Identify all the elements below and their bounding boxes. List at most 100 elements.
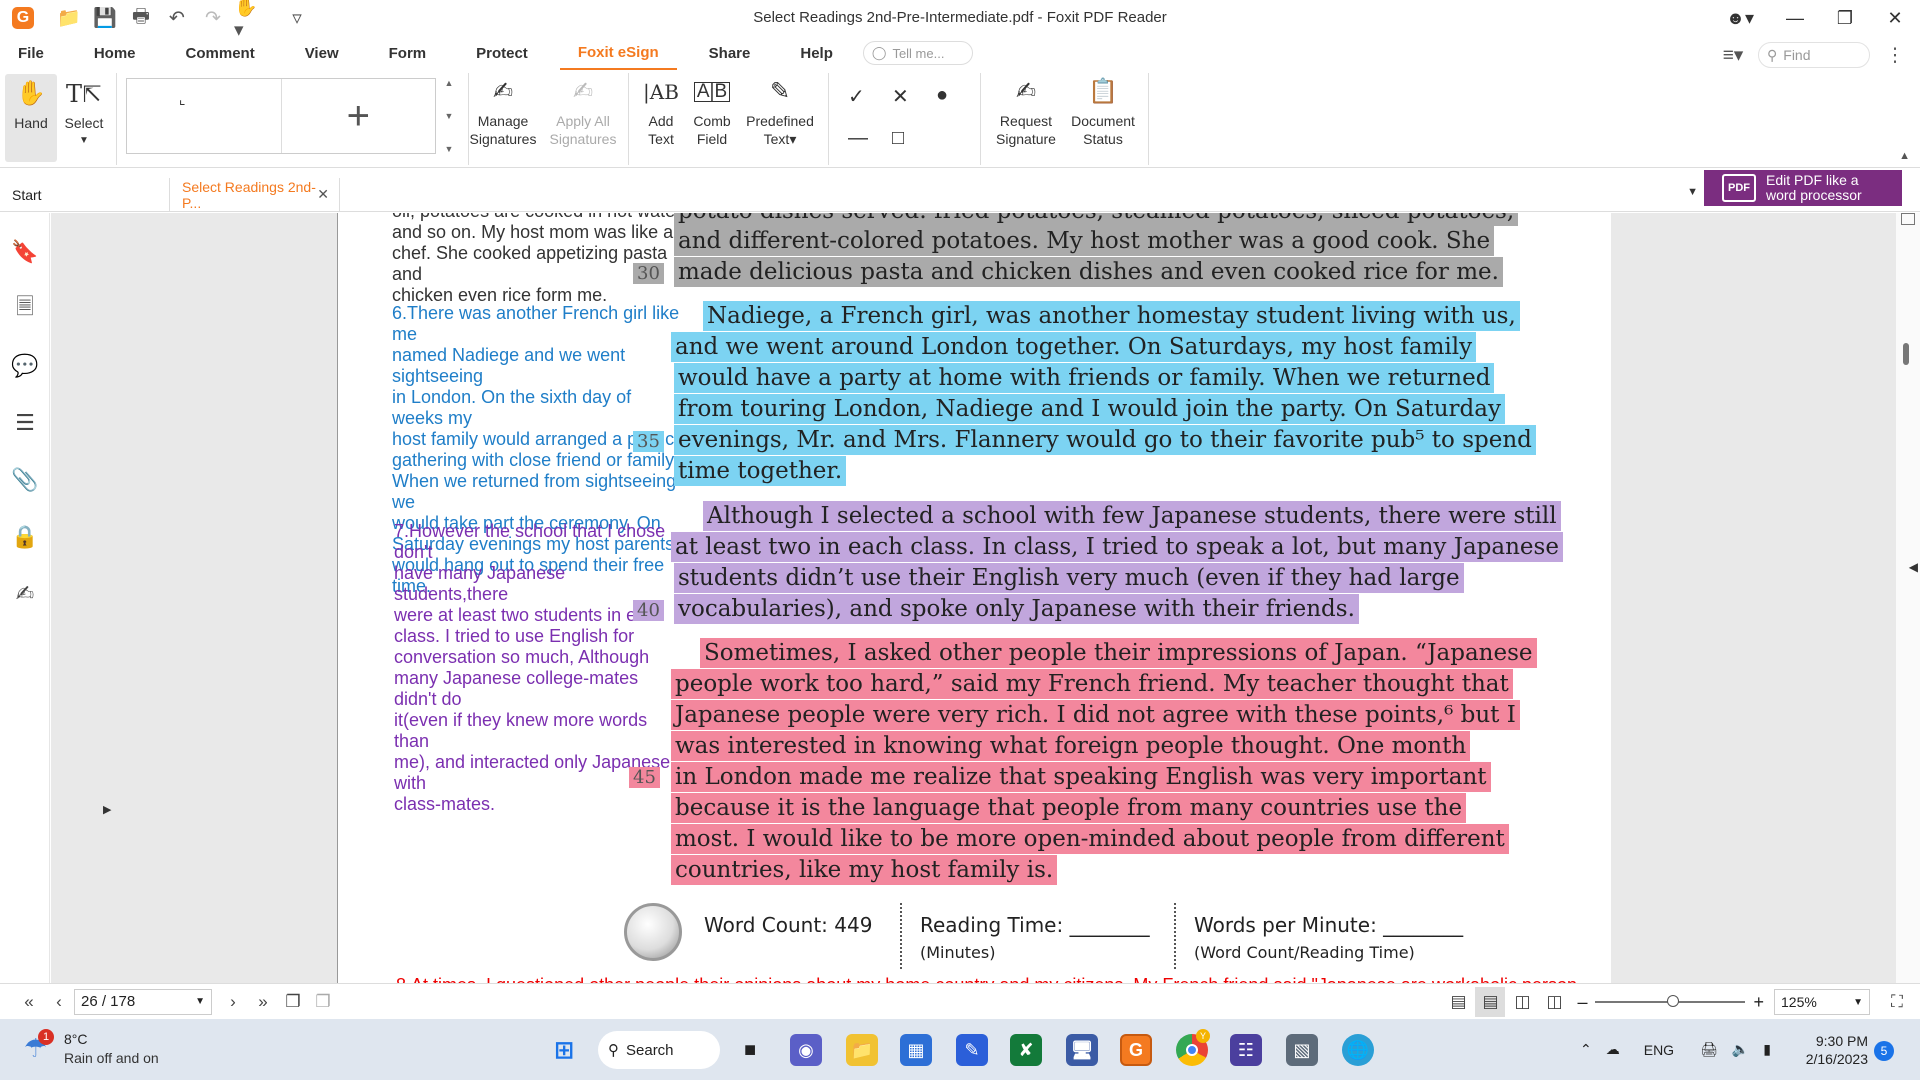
add-text-button[interactable]: |AB Add Text [640, 72, 682, 148]
predefined-text-button[interactable]: ✎ Predefined Text▾ [742, 72, 818, 148]
task-view-icon[interactable]: ■ [734, 1034, 766, 1066]
expand-gallery-icon[interactable]: ▼ [445, 144, 454, 154]
file-explorer-icon[interactable]: 📁 [846, 1034, 878, 1066]
tab-file[interactable]: File [0, 36, 62, 70]
tab-home[interactable]: Home [76, 36, 154, 70]
more-options-icon[interactable]: ⋮ [1880, 40, 1910, 70]
rectangle-icon[interactable]: □ [892, 127, 936, 150]
dot-icon[interactable]: ● [936, 84, 980, 109]
tab-list-dropdown-icon[interactable]: ▼ [1687, 186, 1698, 198]
fullscreen-icon[interactable]: ⛶ [1882, 987, 1912, 1017]
redo-icon[interactable]: ↷ [198, 3, 228, 33]
document-status-button[interactable]: 📋 Document Status [1068, 72, 1138, 148]
microsoft-store-icon[interactable]: ▦ [900, 1034, 932, 1066]
copy-pages-icon[interactable]: ❐ [278, 987, 308, 1017]
spreadsheet-app-icon[interactable]: ✘ [1010, 1034, 1042, 1066]
tab-document[interactable]: Select Readings 2nd-P... ✕ [170, 178, 340, 211]
collapse-ribbon-icon[interactable]: ▲ [1899, 150, 1910, 162]
battery-icon[interactable]: ▮ [1763, 1041, 1771, 1058]
checkmark-icon[interactable]: ✓ [848, 84, 892, 109]
line-icon[interactable]: — [848, 127, 892, 150]
select-tool-button[interactable]: T⇱ Select ▼ [60, 74, 108, 150]
calculator-icon[interactable]: ▧ [1286, 1034, 1318, 1066]
search-options-icon[interactable]: ≡▾ [1718, 40, 1748, 70]
foxit-reader-taskbar-icon[interactable]: G [1120, 1034, 1152, 1066]
layers-icon[interactable]: ☰ [0, 394, 50, 451]
save-icon[interactable]: 💾 [90, 3, 120, 33]
tab-foxit-esign[interactable]: Foxit eSign [559, 36, 677, 70]
customize-toolbar-icon[interactable]: ▿ [282, 3, 312, 33]
single-page-icon[interactable]: ▤ [1443, 987, 1473, 1017]
teams-chat-icon[interactable]: ◉ [790, 1034, 822, 1066]
fit-page-icon[interactable]: ❐ [308, 987, 338, 1017]
previous-page-icon[interactable]: ‹ [44, 987, 74, 1017]
tab-share[interactable]: Share [691, 36, 769, 70]
cross-icon[interactable]: ✕ [892, 84, 936, 109]
minimize-button[interactable]: — [1770, 0, 1820, 36]
tab-view[interactable]: View [287, 36, 357, 70]
find-input[interactable]: ⚲ Find [1758, 42, 1870, 68]
remote-desktop-icon[interactable]: 🖥 [1066, 1034, 1098, 1066]
manage-signatures-button[interactable]: ✍ Manage Signatures [470, 72, 537, 148]
tab-form[interactable]: Form [371, 36, 445, 70]
comb-field-button[interactable]: A|B Comb Field [690, 72, 734, 148]
signature-slot[interactable]: ⌞ [127, 79, 282, 153]
expand-sidebar-icon[interactable]: ▶ [103, 803, 111, 816]
scroll-up-icon[interactable]: ▲ [445, 78, 454, 88]
tab-protect[interactable]: Protect [458, 36, 546, 70]
pages-thumbnail-icon[interactable]: 🗏 [0, 280, 50, 337]
zoom-in-icon[interactable]: + [1753, 992, 1764, 1013]
expand-right-panel-icon[interactable]: ◀ [1909, 560, 1918, 574]
continuous-page-icon[interactable]: ▤ [1475, 987, 1506, 1017]
scrollbar-thumb[interactable] [1903, 343, 1909, 365]
display-icon[interactable]: 🖨 [1700, 1041, 1718, 1058]
print-icon[interactable]: 🖶 [126, 3, 156, 33]
facing-page-icon[interactable]: ◫ [1507, 987, 1537, 1017]
clock[interactable]: 9:30 PM 2/16/2023 [1788, 1019, 1868, 1080]
tab-help[interactable]: Help [782, 36, 851, 70]
scroll-down-icon[interactable]: ▼ [445, 111, 454, 121]
hand-tool-dropdown-icon[interactable]: ✋▾ [234, 0, 264, 41]
weather-widget[interactable]: ☂ 1 8°C Rain off and on [24, 1029, 204, 1071]
comments-icon[interactable]: 💬 [0, 337, 50, 394]
add-signature-button[interactable]: + [282, 79, 436, 153]
notification-badge[interactable]: 5 [1874, 1041, 1894, 1061]
account-icon[interactable]: ☻▾ [1710, 0, 1770, 36]
attachment-icon[interactable]: 📎 [0, 451, 50, 508]
signature-panel-icon[interactable]: ✍ [0, 565, 50, 622]
writing-app-icon[interactable]: ✎ [956, 1034, 988, 1066]
first-page-icon[interactable]: « [14, 987, 44, 1017]
next-page-icon[interactable]: › [218, 987, 248, 1017]
document-canvas[interactable]: oil, potatoes are cooked in hot waterand… [51, 213, 1896, 983]
last-page-icon[interactable]: » [248, 987, 278, 1017]
undo-icon[interactable]: ↶ [162, 3, 192, 33]
open-folder-icon[interactable]: 📁 [54, 3, 84, 33]
restore-button[interactable]: ❐ [1820, 0, 1870, 36]
tab-start[interactable]: Start [0, 178, 170, 211]
app-icon[interactable]: ☷ [1230, 1034, 1262, 1066]
scrollbar-top-button[interactable] [1901, 213, 1915, 225]
zoom-out-icon[interactable]: – [1577, 992, 1587, 1013]
hand-tool-button[interactable]: ✋ Hand [5, 74, 57, 162]
security-lock-icon[interactable]: 🔒 [0, 508, 50, 565]
close-button[interactable]: ✕ [1870, 0, 1920, 36]
show-hidden-icons-chevron[interactable]: ⌃ [1580, 1041, 1592, 1058]
language-indicator[interactable]: ENG [1644, 1042, 1674, 1058]
request-signature-button[interactable]: ✍ Request Signature [994, 72, 1058, 148]
signature-gallery-scroll[interactable]: ▲ ▼ ▼ [441, 78, 457, 154]
edit-pdf-promo-banner[interactable]: PDF Edit PDF like a word processor [1704, 170, 1902, 206]
network-globe-icon[interactable]: 🌐 [1342, 1034, 1374, 1066]
continuous-facing-icon[interactable]: ◫ [1539, 987, 1569, 1017]
volume-icon[interactable]: 🔈 [1732, 1041, 1749, 1058]
bookmark-icon[interactable]: 🔖 [0, 223, 50, 280]
zoom-level-select[interactable]: 125% ▼ [1774, 989, 1870, 1015]
tell-me-search[interactable]: ◯ Tell me... [862, 41, 973, 65]
taskbar-search[interactable]: ⚲ Search [598, 1031, 720, 1069]
close-tab-icon[interactable]: ✕ [317, 186, 329, 203]
vertical-scrollbar[interactable] [1896, 213, 1920, 983]
zoom-slider-knob[interactable] [1667, 995, 1680, 1007]
network-icon[interactable]: ☁ [1606, 1041, 1620, 1058]
tab-comment[interactable]: Comment [168, 36, 273, 70]
foxit-logo-icon[interactable]: G [12, 7, 34, 29]
zoom-slider[interactable] [1595, 995, 1746, 1007]
